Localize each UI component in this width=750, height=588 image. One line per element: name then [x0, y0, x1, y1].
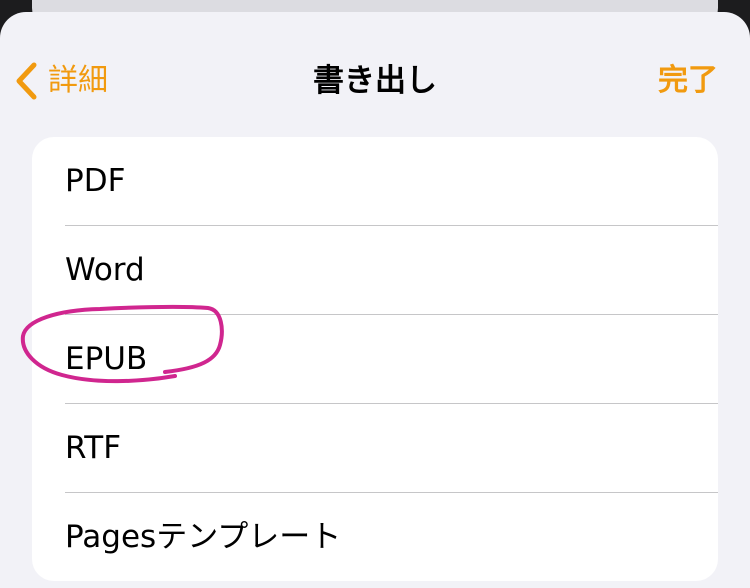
page-title: 書き出し	[313, 63, 437, 99]
export-option-rtf[interactable]: RTF	[32, 404, 718, 493]
export-option-label: RTF	[65, 430, 122, 466]
export-option-pages-template[interactable]: Pagesテンプレート	[32, 493, 718, 581]
export-option-pdf[interactable]: PDF	[32, 137, 718, 226]
export-option-label: EPUB	[65, 341, 148, 377]
export-option-word[interactable]: Word	[32, 226, 718, 315]
export-sheet: 詳細 書き出し 完了 PDF Word EPUB RTF Pagesテンプレート	[0, 12, 750, 588]
export-option-label: Pagesテンプレート	[65, 519, 342, 555]
export-screen: 詳細 書き出し 完了 PDF Word EPUB RTF Pagesテンプレート	[0, 0, 750, 588]
export-option-label: PDF	[65, 163, 126, 199]
export-options-list: PDF Word EPUB RTF Pagesテンプレート	[32, 137, 718, 581]
done-button[interactable]: 完了	[658, 56, 718, 106]
export-option-epub[interactable]: EPUB	[32, 315, 718, 404]
export-option-label: Word	[65, 252, 145, 288]
